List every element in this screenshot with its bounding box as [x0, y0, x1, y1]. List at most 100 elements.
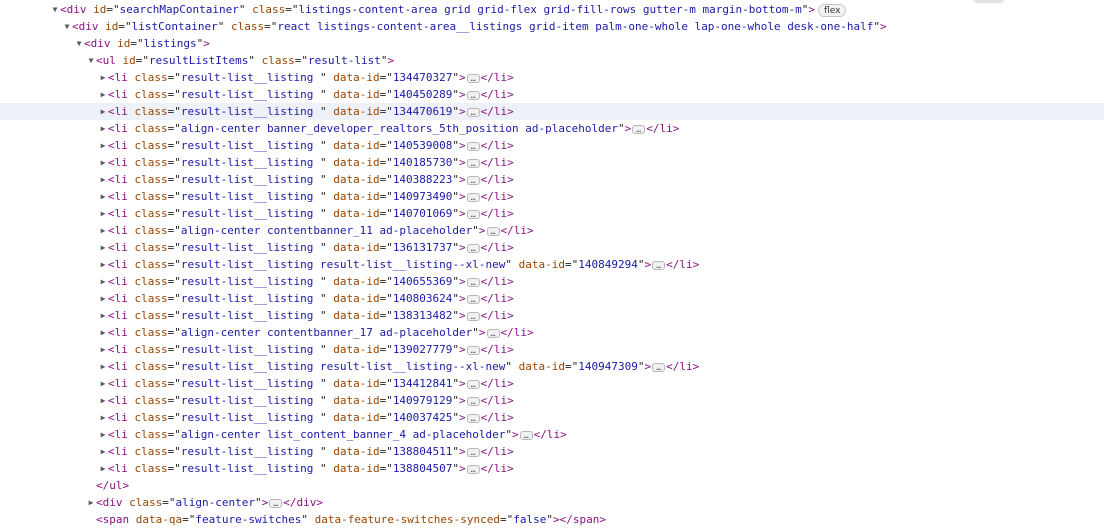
expand-triangle-open-icon[interactable]: ▼ — [86, 52, 96, 69]
attribute-name[interactable]: class — [135, 241, 168, 254]
collapsed-children-ellipsis-icon[interactable]: … — [466, 175, 480, 185]
scrollbar-thumb[interactable] — [974, 0, 1004, 3]
dom-node-row[interactable]: ▶ <li class="align-center banner_develope… — [0, 120, 1104, 137]
collapsed-children-ellipsis-icon[interactable]: … — [466, 243, 480, 253]
expand-triangle-closed-icon[interactable]: ▶ — [98, 426, 108, 443]
collapsed-children-ellipsis-icon[interactable]: … — [466, 464, 480, 474]
attribute-value[interactable]: result-list__listing result-list__listin… — [181, 360, 506, 373]
attribute-name[interactable]: data-id — [333, 173, 379, 186]
attribute-name[interactable]: class — [129, 496, 162, 509]
expand-triangle-closed-icon[interactable]: ▶ — [98, 171, 108, 188]
collapsed-children-ellipsis-icon[interactable]: … — [486, 328, 500, 338]
attribute-name[interactable]: class — [135, 462, 168, 475]
attribute-value[interactable]: align-center list_content_banner_4 ad-pl… — [181, 428, 506, 441]
expand-triangle-closed-icon[interactable]: ▶ — [98, 273, 108, 290]
attribute-value[interactable]: align-center contentbanner_17 ad-placeho… — [181, 326, 472, 339]
expand-triangle-closed-icon[interactable]: ▶ — [98, 409, 108, 426]
attribute-name[interactable]: data-id — [333, 275, 379, 288]
collapsed-children-ellipsis-icon[interactable]: … — [519, 430, 533, 440]
collapsed-children-ellipsis-icon[interactable]: … — [466, 192, 480, 202]
collapsed-children-ellipsis-icon[interactable]: … — [466, 90, 480, 100]
attribute-value[interactable]: 140701069 — [393, 207, 453, 220]
collapsed-children-ellipsis-icon[interactable]: … — [466, 158, 480, 168]
attribute-value[interactable]: result-list__listing — [181, 377, 320, 390]
attribute-name[interactable]: data-id — [333, 462, 379, 475]
dom-node-row[interactable]: ▶ <li class="result-list__listing " data-… — [0, 239, 1104, 256]
dom-node-row[interactable]: ▶ <li class="result-list__listing " data-… — [0, 460, 1104, 477]
attribute-value[interactable]: align-center contentbanner_11 ad-placeho… — [181, 224, 472, 237]
dom-node-row[interactable]: ▶ <li class="result-list__listing " data-… — [0, 392, 1104, 409]
dom-node-row[interactable]: ▶<span data-qa="feature-switches" data-f… — [0, 511, 1104, 528]
expand-triangle-closed-icon[interactable]: ▶ — [98, 69, 108, 86]
attribute-value[interactable]: result-list__listing — [181, 71, 320, 84]
attribute-value[interactable]: result-list__listing — [181, 292, 320, 305]
dom-node-row[interactable]: ▶ <li class="result-list__listing " data-… — [0, 409, 1104, 426]
dom-node-row[interactable]: ▶ <li class="align-center contentbanner_1… — [0, 222, 1104, 239]
attribute-value[interactable]: resultListItems — [149, 54, 248, 67]
attribute-value[interactable]: result-list__listing — [181, 445, 320, 458]
collapsed-children-ellipsis-icon[interactable]: … — [269, 498, 283, 508]
attribute-name[interactable]: id — [105, 20, 118, 33]
attribute-name[interactable]: data-id — [333, 292, 379, 305]
collapsed-children-ellipsis-icon[interactable]: … — [652, 260, 666, 270]
attribute-name[interactable]: class — [135, 156, 168, 169]
dom-node-row[interactable]: ▶ <li class="result-list__listing " data-… — [0, 273, 1104, 290]
attribute-name[interactable]: data-id — [333, 139, 379, 152]
attribute-value[interactable]: 140979129 — [393, 394, 453, 407]
attribute-name[interactable]: data-id — [333, 207, 379, 220]
attribute-name[interactable]: data-id — [333, 241, 379, 254]
attribute-name[interactable]: data-id — [333, 71, 379, 84]
attribute-value[interactable]: result-list__listing — [181, 275, 320, 288]
dom-node-row[interactable]: ▶ <li class="align-center list_content_ba… — [0, 426, 1104, 443]
attribute-value[interactable]: 140803624 — [393, 292, 453, 305]
expand-triangle-closed-icon[interactable]: ▶ — [98, 222, 108, 239]
attribute-value[interactable]: result-list__listing — [181, 156, 320, 169]
attribute-value[interactable]: 134412841 — [393, 377, 453, 390]
attribute-name[interactable]: class — [135, 258, 168, 271]
dom-node-row[interactable]: ▶ <li class="result-list__listing " data-… — [0, 171, 1104, 188]
attribute-name[interactable]: class — [135, 394, 168, 407]
attribute-value[interactable]: result-list__listing — [181, 309, 320, 322]
expand-triangle-closed-icon[interactable]: ▶ — [98, 256, 108, 273]
collapsed-children-ellipsis-icon[interactable]: … — [466, 73, 480, 83]
dom-node-row[interactable]: ▶ <li class="result-list__listing " data-… — [0, 443, 1104, 460]
expand-triangle-closed-icon[interactable]: ▶ — [98, 154, 108, 171]
attribute-name[interactable]: data-id — [333, 343, 379, 356]
attribute-name[interactable]: data-id — [519, 258, 565, 271]
expand-triangle-closed-icon[interactable]: ▶ — [98, 307, 108, 324]
expand-triangle-closed-icon[interactable]: ▶ — [98, 137, 108, 154]
attribute-value[interactable]: result-list__listing result-list__listin… — [181, 258, 506, 271]
attribute-name[interactable]: class — [135, 71, 168, 84]
expand-triangle-closed-icon[interactable]: ▶ — [98, 120, 108, 137]
collapsed-children-ellipsis-icon[interactable]: … — [466, 209, 480, 219]
attribute-name[interactable]: data-feature-switches-synced — [315, 513, 500, 526]
attribute-name[interactable]: id — [123, 54, 136, 67]
attribute-value[interactable]: searchMapContainer — [120, 3, 239, 16]
expand-triangle-closed-icon[interactable]: ▶ — [98, 290, 108, 307]
attribute-name[interactable]: class — [135, 445, 168, 458]
attribute-value[interactable]: 140947309 — [578, 360, 638, 373]
attribute-name[interactable]: class — [135, 224, 168, 237]
attribute-name[interactable]: data-id — [333, 156, 379, 169]
dom-node-row[interactable]: ▼ <div id="listings"> — [0, 35, 1104, 52]
flex-badge[interactable]: flex — [818, 3, 847, 17]
attribute-value[interactable]: react listings-content-area__listings gr… — [277, 20, 873, 33]
dom-node-row[interactable]: ▶ <li class="result-list__listing " data-… — [0, 188, 1104, 205]
dom-node-row[interactable]: ▶ <li class="result-list__listing " data-… — [0, 341, 1104, 358]
attribute-name[interactable]: class — [135, 190, 168, 203]
expand-triangle-closed-icon[interactable]: ▶ — [98, 86, 108, 103]
attribute-value[interactable]: result-list__listing — [181, 190, 320, 203]
attribute-name[interactable]: class — [135, 411, 168, 424]
collapsed-children-ellipsis-icon[interactable]: … — [632, 124, 646, 134]
dom-node-row[interactable]: ▶ <div class="align-center">… </div> — [0, 494, 1104, 511]
attribute-value[interactable]: result-list__listing — [181, 88, 320, 101]
attribute-value[interactable]: 140185730 — [393, 156, 453, 169]
attribute-name[interactable]: class — [135, 343, 168, 356]
dom-node-row[interactable]: ▶ <li class="result-list__listing " data-… — [0, 307, 1104, 324]
attribute-name[interactable]: class — [135, 428, 168, 441]
attribute-name[interactable]: data-id — [333, 445, 379, 458]
collapsed-children-ellipsis-icon[interactable]: … — [466, 345, 480, 355]
attribute-name[interactable]: data-id — [333, 105, 379, 118]
expand-triangle-closed-icon[interactable]: ▶ — [98, 460, 108, 477]
attribute-value[interactable]: 140037425 — [393, 411, 453, 424]
